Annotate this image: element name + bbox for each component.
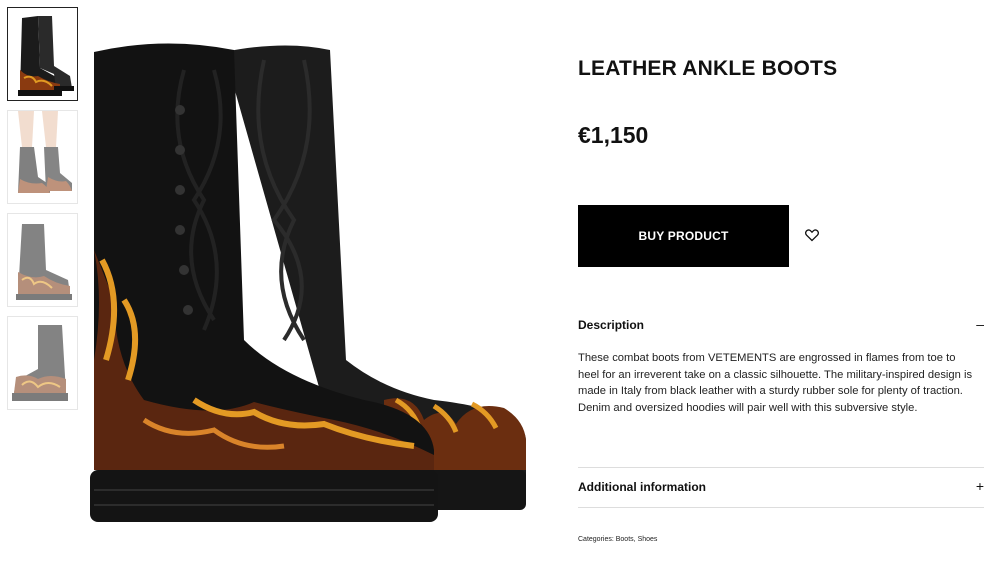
product-info-panel: LEATHER ANKLE BOOTS €1,150 BUY PRODUCT D…	[578, 0, 984, 565]
description-label: Description	[578, 318, 645, 332]
main-product-image[interactable]	[84, 0, 529, 565]
plus-icon: +	[975, 478, 984, 494]
divider	[578, 467, 984, 468]
leather-boots-image	[84, 0, 529, 565]
categories-prefix: Categories:	[578, 536, 614, 543]
product-title: LEATHER ANKLE BOOTS	[578, 57, 838, 80]
boot-pair-side-icon	[8, 8, 77, 100]
model-wearing-boots-icon	[8, 111, 77, 203]
thumbnail-3[interactable]	[7, 213, 78, 307]
heart-icon[interactable]	[804, 227, 820, 243]
additional-information-label: Additional information	[578, 480, 706, 494]
boot-back-icon	[8, 317, 77, 409]
minus-icon: –	[976, 316, 984, 332]
categories: Categories: Boots, Shoes	[578, 536, 657, 543]
description-toggle[interactable]: Description –	[578, 316, 984, 336]
thumbnail-1[interactable]	[7, 7, 78, 101]
thumbnail-2[interactable]	[7, 110, 78, 204]
categories-separator: ,	[633, 536, 636, 543]
category-link-boots[interactable]: Boots	[616, 536, 634, 543]
divider	[578, 507, 984, 508]
buy-product-button[interactable]: BUY PRODUCT	[578, 205, 789, 267]
thumbnail-4[interactable]	[7, 316, 78, 410]
product-price: €1,150	[578, 122, 649, 148]
boot-front-icon	[8, 214, 77, 306]
category-link-shoes[interactable]: Shoes	[638, 536, 658, 543]
description-text: These combat boots from VETEMENTS are en…	[578, 352, 973, 414]
thumbnail-gallery	[7, 7, 78, 419]
additional-information-toggle[interactable]: Additional information +	[578, 478, 984, 498]
